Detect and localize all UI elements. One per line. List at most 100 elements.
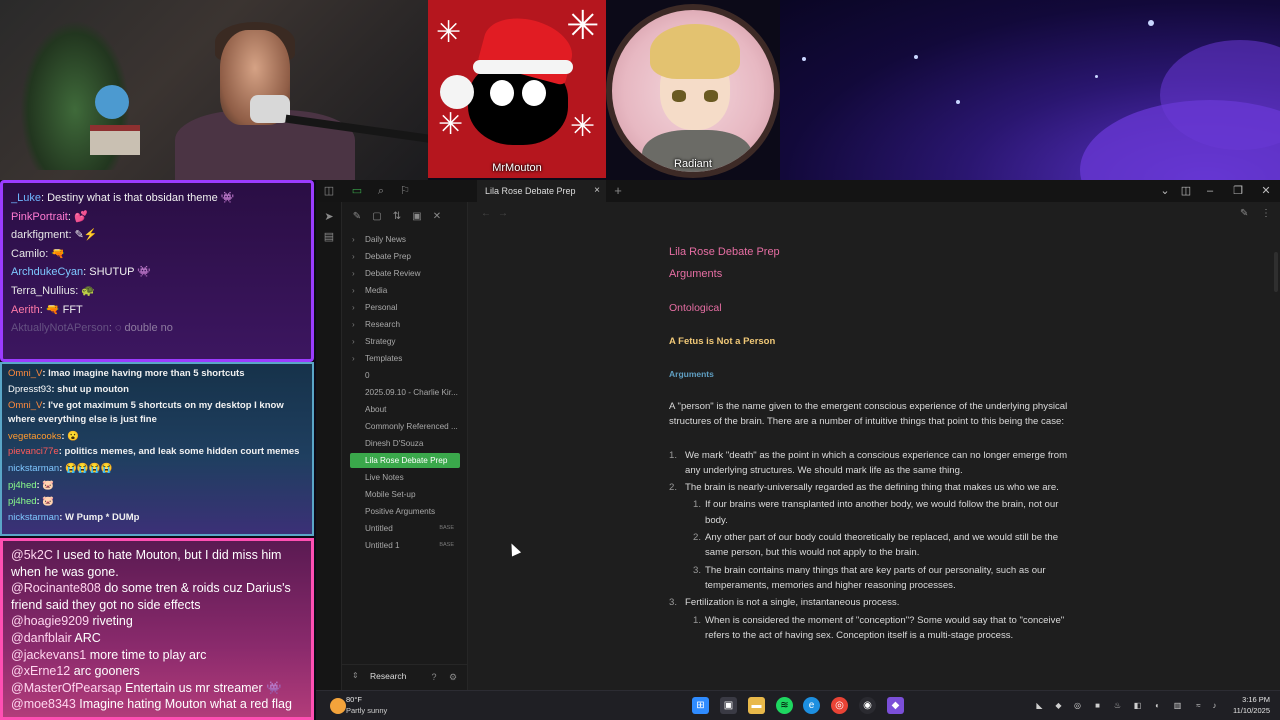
file-item[interactable]: Commonly Referenced ... <box>350 419 460 434</box>
vault-switcher[interactable]: ⇕ Research ? ⚙ <box>342 664 468 690</box>
send-icon[interactable]: ➤ <box>322 210 336 224</box>
spotify-icon[interactable]: ≋ <box>776 697 793 714</box>
chat-username[interactable]: pj4hed <box>8 480 37 491</box>
file-item[interactable]: Untitled BASE <box>350 521 460 536</box>
tray-app-icon[interactable]: ◐ <box>1152 700 1163 711</box>
search-icon[interactable]: ⌕ <box>374 184 388 198</box>
steam-icon[interactable]: ♨ <box>1112 700 1123 711</box>
tree-item-label: Debate Review <box>365 269 421 278</box>
close-tab-icon[interactable]: × <box>594 180 600 202</box>
clock-date[interactable]: 11/10/2025 <box>1233 706 1270 715</box>
chat-username[interactable]: darkfigment <box>11 229 68 241</box>
chat-username[interactable]: vegetacooks <box>8 431 61 442</box>
settings-gear-icon[interactable]: ⚙ <box>447 671 459 683</box>
clock-time[interactable]: 3:16 PM <box>1242 695 1270 704</box>
chat-username[interactable]: pj4hed <box>8 496 37 507</box>
more-options-icon[interactable]: ⋮ <box>1261 208 1271 219</box>
chat-username[interactable]: nickstarman <box>8 512 59 523</box>
chat-username[interactable]: _Luke <box>11 192 41 204</box>
chat-username[interactable]: pievanci77e <box>8 446 59 457</box>
minimize-icon[interactable]: – <box>1202 183 1218 199</box>
folder-item[interactable]: › Daily News <box>350 232 460 247</box>
folder-item[interactable]: › Strategy <box>350 334 460 349</box>
chat-username[interactable]: @jackevans1 <box>11 648 86 662</box>
chat-username[interactable]: Camilo <box>11 248 45 260</box>
volume-icon[interactable]: ♪ <box>1209 700 1220 711</box>
chevron-right-icon: › <box>352 337 355 346</box>
file-item[interactable]: 0 <box>350 368 460 383</box>
chat-username[interactable]: @Rocinante808 <box>11 581 101 595</box>
file-explorer-icon[interactable]: ▬ <box>748 697 765 714</box>
canvas-icon[interactable]: ▤ <box>322 230 336 244</box>
help-icon[interactable]: ? <box>428 671 440 683</box>
chat-username[interactable]: Omni_V <box>8 400 42 411</box>
heading-3: A Fetus is Not a Person <box>669 336 776 347</box>
file-item[interactable]: Live Notes <box>350 470 460 485</box>
file-item[interactable]: Positive Arguments <box>350 504 460 519</box>
close-window-icon[interactable]: ✕ <box>1258 183 1274 199</box>
tray-app-icon[interactable]: ◣ <box>1034 700 1045 711</box>
bookmark-icon[interactable]: ⚐ <box>398 184 412 198</box>
folder-item[interactable]: › Personal <box>350 300 460 315</box>
tray-app-icon[interactable]: ◆ <box>1053 700 1064 711</box>
file-item[interactable]: Untitled 1 BASE <box>350 538 460 553</box>
edge-icon[interactable]: e <box>803 697 820 714</box>
file-item[interactable]: Dinesh D'Souza <box>350 436 460 451</box>
weather-description[interactable]: Partly sunny <box>346 706 387 715</box>
files-icon[interactable]: ▭ <box>350 184 364 198</box>
sort-icon[interactable]: ⇅ <box>390 210 404 224</box>
chat-message: Aerith: 🔫 FFT <box>11 301 303 320</box>
chat-username[interactable]: @MasterOfPearsap <box>11 681 122 695</box>
folder-item[interactable]: › Media <box>350 283 460 298</box>
chat-username[interactable]: AktuallyNotAPerson <box>11 322 109 334</box>
new-note-icon[interactable]: ✎ <box>350 210 364 224</box>
chat-username[interactable]: @5k2C <box>11 548 53 562</box>
new-folder-icon[interactable]: ▢ <box>370 210 384 224</box>
chat-username[interactable]: @hoagie9209 <box>11 614 89 628</box>
obsidian-icon[interactable]: ◆ <box>887 697 904 714</box>
folder-item[interactable]: › Debate Prep <box>350 249 460 264</box>
note-editor[interactable]: ← → ✎ ⋮ Lila Rose Debate Prep Arguments … <box>468 202 1280 690</box>
forward-arrow-icon[interactable]: → <box>498 208 508 219</box>
chat-username[interactable]: Dpresst93 <box>8 384 51 395</box>
chat-username[interactable]: PinkPortrait <box>11 211 68 223</box>
collapse-all-icon[interactable]: ▣ <box>410 210 424 224</box>
file-item[interactable]: About <box>350 402 460 417</box>
chat-username[interactable]: Aerith <box>11 304 40 316</box>
file-item[interactable]: Mobile Set-up <box>350 487 460 502</box>
obs-studio-icon[interactable]: ◉ <box>859 697 876 714</box>
list-item-text: Fertilization is not a single, instantan… <box>685 597 900 609</box>
new-tab-button[interactable]: + <box>611 184 625 198</box>
scrollbar[interactable] <box>1274 252 1278 292</box>
wifi-icon[interactable]: ≈ <box>1193 700 1204 711</box>
maximize-icon[interactable]: ❐ <box>1230 183 1246 199</box>
chat-username[interactable]: Terra_Nullius <box>11 285 75 297</box>
chevron-down-icon[interactable]: ⌄ <box>1157 183 1173 199</box>
close-icon[interactable]: ✕ <box>430 210 444 224</box>
edit-mode-icon[interactable]: ✎ <box>1240 208 1248 219</box>
tray-app-icon[interactable]: ▥ <box>1172 700 1183 711</box>
chat-username[interactable]: @moe8343 <box>11 697 76 711</box>
folder-item[interactable]: › Templates <box>350 351 460 366</box>
chat-username[interactable]: @danfblair <box>11 631 72 645</box>
chat-username[interactable]: ArchdukeCyan <box>11 266 83 278</box>
folder-item[interactable]: › Research <box>350 317 460 332</box>
chat-username[interactable]: Omni_V <box>8 368 42 379</box>
tab-lila-rose-debate-prep[interactable]: Lila Rose Debate Prep × <box>477 180 606 202</box>
start-windows-icon[interactable]: ⊞ <box>692 697 709 714</box>
tray-app-icon[interactable]: ■ <box>1092 700 1103 711</box>
sidebar-toggle-icon[interactable]: ◫ <box>322 184 336 198</box>
folder-item[interactable]: › Debate Review <box>350 266 460 281</box>
tray-app-icon[interactable]: ◎ <box>1072 700 1083 711</box>
weather-temperature[interactable]: 80°F <box>346 695 362 704</box>
file-item[interactable]: Lila Rose Debate Prep <box>350 453 460 468</box>
task-view-icon[interactable]: ▣ <box>720 697 737 714</box>
right-sidebar-toggle-icon[interactable]: ◫ <box>1178 183 1194 199</box>
weather-sun-icon[interactable] <box>330 698 346 714</box>
tray-app-icon[interactable]: ◧ <box>1132 700 1143 711</box>
back-arrow-icon[interactable]: ← <box>481 208 491 219</box>
file-item[interactable]: 2025.09.10 - Charlie Kir... <box>350 385 460 400</box>
chat-username[interactable]: nickstarman <box>8 463 59 474</box>
chat-username[interactable]: @xErne12 <box>11 664 70 678</box>
chrome-icon[interactable]: ◎ <box>831 697 848 714</box>
